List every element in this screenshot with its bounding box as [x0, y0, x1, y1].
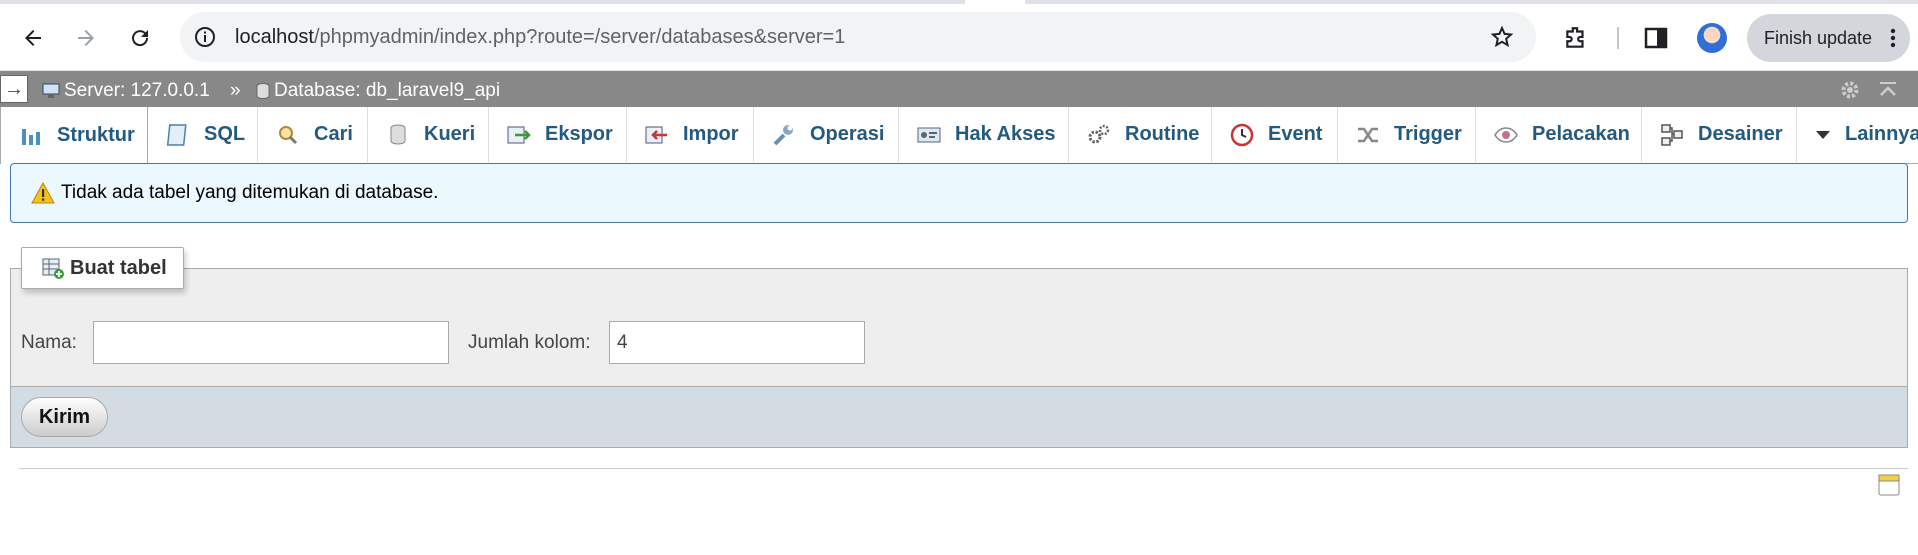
tab-label: Cari — [314, 123, 353, 145]
no-tables-notice: Tidak ada tabel yang ditemukan di databa… — [10, 163, 1908, 223]
toolbar-divider — [1617, 27, 1619, 49]
server-label: Server: 127.0.0.1 — [64, 80, 210, 101]
breadcrumb-database[interactable]: Database: db_laravel9_api — [256, 80, 500, 102]
url-text[interactable]: localhost/phpmyadmin/index.php?route=/se… — [235, 26, 845, 49]
extensions-puzzle-icon[interactable] — [1563, 25, 1589, 51]
tab-events[interactable]: Event — [1212, 107, 1338, 162]
tab-routines[interactable]: Routine — [1069, 107, 1212, 162]
warning-icon — [31, 182, 55, 204]
back-button[interactable] — [15, 20, 51, 56]
wrench-icon — [772, 123, 796, 147]
tab-label: Hak Akses — [955, 123, 1056, 145]
tab-label: Pelacakan — [1532, 123, 1630, 145]
tab-label: Event — [1268, 123, 1323, 145]
info-icon[interactable] — [194, 26, 216, 48]
column-count-input[interactable]: 4 — [609, 321, 865, 364]
tab-label: Desainer — [1698, 123, 1783, 145]
tab-label: Trigger — [1394, 123, 1462, 145]
tab-query[interactable]: Kueri — [368, 107, 489, 162]
database-tabs: Struktur SQL Cari Kueri Ekspor Impor Ope… — [0, 107, 1918, 164]
profile-avatar[interactable] — [1697, 23, 1727, 53]
breadcrumb-server[interactable]: Server: 127.0.0.1 — [42, 80, 210, 102]
bookmark-star-icon[interactable] — [1490, 25, 1514, 49]
notice-text: Tidak ada tabel yang ditemukan di databa… — [61, 182, 439, 203]
tab-designer[interactable]: Desainer — [1642, 107, 1797, 162]
tab-label: Lainnya — [1845, 123, 1918, 145]
tab-structure[interactable]: Struktur — [0, 107, 148, 164]
search-icon — [276, 123, 300, 147]
create-table-legend: Buat tabel — [21, 247, 184, 289]
routine-icon — [1087, 123, 1111, 147]
divider — [19, 468, 1908, 469]
query-icon — [386, 123, 410, 147]
settings-gear-icon[interactable] — [1840, 80, 1860, 100]
tab-operations[interactable]: Operasi — [754, 107, 899, 162]
submit-button[interactable]: Kirim — [21, 397, 108, 437]
database-icon — [256, 83, 270, 99]
tab-label: Impor — [683, 123, 739, 145]
add-table-icon — [42, 258, 64, 279]
eye-icon — [1494, 123, 1518, 147]
form-footer — [10, 386, 1908, 448]
finish-update-label: Finish update — [1764, 27, 1873, 48]
tab-export[interactable]: Ekspor — [489, 107, 627, 162]
tab-more[interactable]: Lainnya — [1797, 107, 1918, 162]
back-arrow-icon — [25, 30, 41, 46]
export-icon — [507, 123, 531, 147]
chevron-down-icon — [1815, 123, 1831, 147]
browser-toolbar: localhost/phpmyadmin/index.php?route=/se… — [0, 4, 1918, 71]
designer-icon — [1660, 123, 1684, 147]
topbar-icons — [1840, 80, 1898, 100]
forward-button[interactable] — [68, 20, 104, 56]
structure-icon — [19, 124, 43, 148]
clock-icon — [1230, 123, 1254, 147]
side-panel-icon[interactable] — [1644, 27, 1668, 49]
legend-label: Buat tabel — [70, 256, 167, 279]
trigger-icon — [1356, 123, 1380, 147]
tab-triggers[interactable]: Trigger — [1338, 107, 1476, 162]
name-label: Nama: — [21, 332, 77, 353]
tab-label: Struktur — [57, 124, 135, 146]
privileges-icon — [917, 123, 941, 147]
table-name-input[interactable] — [93, 321, 449, 364]
url-host: localhost — [235, 26, 314, 48]
tab-tracking[interactable]: Pelacakan — [1476, 107, 1642, 162]
columns-label: Jumlah kolom: — [468, 332, 591, 353]
forward-arrow-icon — [78, 30, 94, 46]
database-label: Database: db_laravel9_api — [274, 80, 501, 101]
tab-label: Routine — [1125, 123, 1200, 145]
sql-icon — [166, 123, 190, 147]
finish-update-button[interactable]: Finish update — [1747, 14, 1910, 62]
tab-label: Ekspor — [545, 123, 613, 145]
tab-privileges[interactable]: Hak Akses — [899, 107, 1069, 162]
tab-label: Kueri — [424, 123, 476, 145]
console-icon[interactable] — [1878, 474, 1900, 496]
tab-sql[interactable]: SQL — [148, 107, 258, 162]
import-icon — [645, 123, 669, 147]
reload-icon — [132, 30, 149, 47]
server-icon — [42, 83, 60, 98]
kebab-menu-icon — [1890, 28, 1896, 48]
breadcrumb: → Server: 127.0.0.1 » Database: db_larav… — [0, 71, 1918, 107]
tab-label: SQL — [204, 123, 246, 145]
tab-import[interactable]: Impor — [627, 107, 754, 162]
navigation-toggle-arrow[interactable]: → — [0, 75, 28, 103]
url-path: /phpmyadmin/index.php?route=/server/data… — [313, 26, 846, 48]
address-bar[interactable]: localhost/phpmyadmin/index.php?route=/se… — [180, 12, 1536, 62]
tab-label: Operasi — [810, 123, 885, 145]
tab-search[interactable]: Cari — [258, 107, 368, 162]
reload-button[interactable] — [122, 20, 158, 56]
breadcrumb-separator: » — [230, 80, 241, 101]
collapse-up-icon[interactable] — [1878, 80, 1898, 100]
